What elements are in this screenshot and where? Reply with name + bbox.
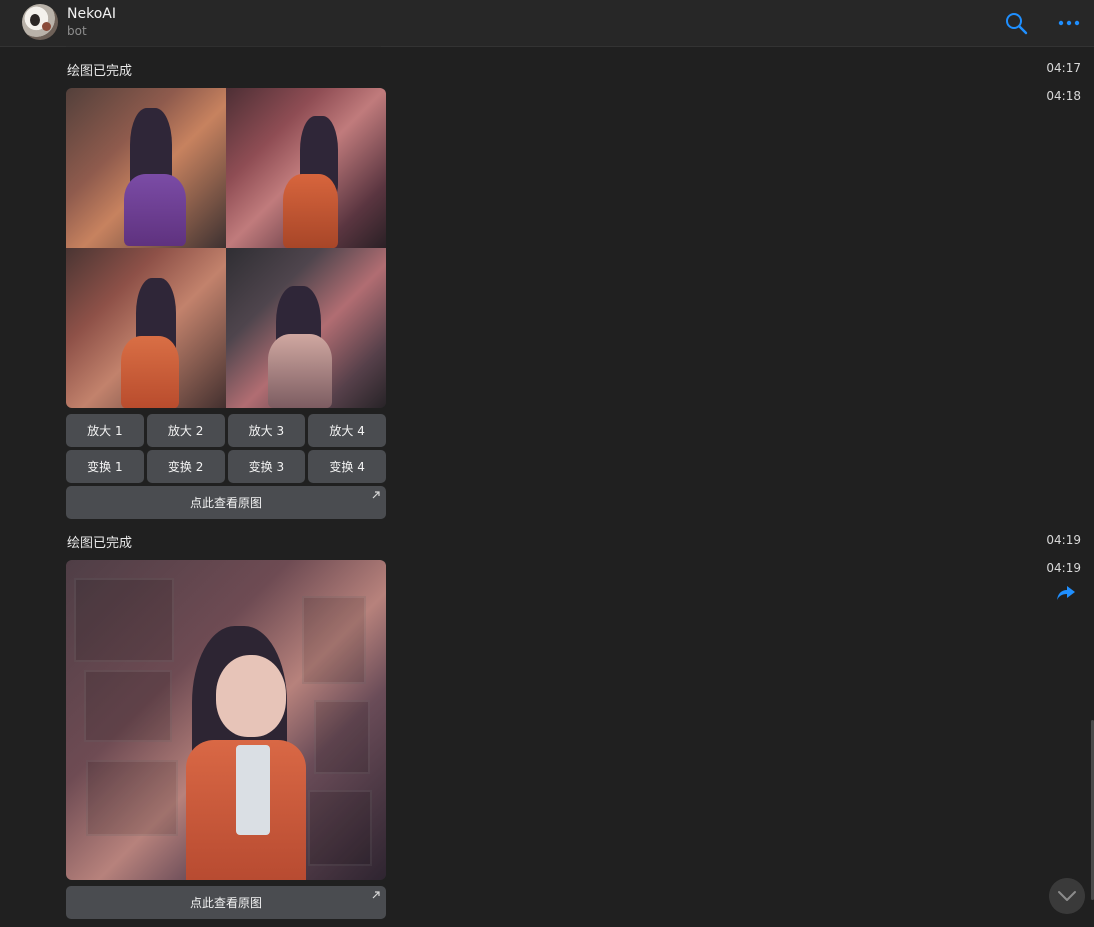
chat-subtitle: bot: [67, 24, 87, 38]
more-icon[interactable]: [1057, 11, 1081, 35]
status-time-1: 04:17: [1046, 61, 1081, 75]
generated-image-grid[interactable]: [66, 88, 386, 408]
external-link-icon: [372, 491, 380, 499]
view-original-button-2[interactable]: 点此查看原图: [66, 886, 386, 919]
upscale-2-button[interactable]: 放大 2: [146, 414, 225, 447]
variation-1-button[interactable]: 变换 1: [66, 450, 144, 483]
status-text-2: 绘图已完成: [67, 536, 133, 551]
upscale-1-button[interactable]: 放大 1: [66, 414, 144, 447]
view-original-button-1[interactable]: 点此查看原图: [66, 486, 386, 519]
variation-4-button[interactable]: 变换 4: [308, 450, 386, 483]
chat-title: NekoAI: [67, 6, 116, 22]
variation-2-button[interactable]: 变换 2: [146, 450, 225, 483]
image-tile-3[interactable]: [66, 248, 226, 408]
image-tile-2[interactable]: [226, 88, 386, 248]
chevron-down-icon[interactable]: [1049, 878, 1085, 914]
status-text-1: 绘图已完成: [67, 64, 133, 79]
view-original-label-2: 点此查看原图: [189, 896, 262, 910]
image-grid-message[interactable]: [66, 88, 386, 408]
upscale-button-row: 放大 1 放大 2 放大 3 放大 4: [66, 414, 386, 447]
single-image-message[interactable]: [66, 560, 386, 880]
view-original-label-1: 点此查看原图: [189, 496, 262, 510]
status-time-2: 04:19: [1046, 533, 1081, 547]
variation-button-row: 变换 1 变换 2 变换 3 变换 4: [66, 450, 386, 483]
variation-3-button[interactable]: 变换 3: [227, 450, 306, 483]
search-icon[interactable]: [1004, 11, 1028, 35]
image-tile-4[interactable]: [226, 248, 386, 408]
share-icon[interactable]: [1056, 584, 1076, 602]
chat-header: NekoAI bot: [0, 0, 1094, 47]
upscale-4-button[interactable]: 放大 4: [308, 414, 386, 447]
image-tile-1[interactable]: [66, 88, 226, 248]
image-time-1: 04:18: [1046, 89, 1081, 103]
upscale-3-button[interactable]: 放大 3: [227, 414, 306, 447]
external-link-icon: [372, 891, 380, 899]
bot-avatar[interactable]: [22, 4, 58, 40]
image-time-2: 04:19: [1046, 561, 1081, 575]
divider: [66, 46, 381, 47]
generated-image[interactable]: [66, 560, 386, 880]
